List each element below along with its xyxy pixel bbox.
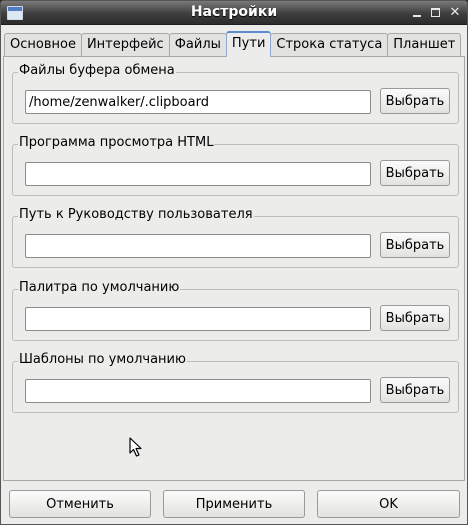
- tab-general[interactable]: Основное: [4, 33, 82, 57]
- user-guide-input[interactable]: [25, 234, 371, 258]
- templates-input[interactable]: [25, 379, 371, 403]
- clipboard-choose-button[interactable]: Выбрать: [380, 88, 450, 114]
- preferences-window: Настройки ✕ Основное Интерфейс Файлы Пут…: [0, 0, 468, 525]
- tab-tablet[interactable]: Планшет: [387, 33, 462, 57]
- html-viewer-group: Программа просмотра HTML Выбрать: [12, 135, 459, 196]
- maximize-icon[interactable]: [427, 5, 443, 21]
- ok-button[interactable]: OK: [317, 490, 460, 518]
- templates-label: Шаблоны по умолчанию: [18, 352, 187, 367]
- clipboard-path-input[interactable]: [25, 90, 371, 114]
- palette-label: Палитра по умолчанию: [18, 280, 181, 295]
- palette-input[interactable]: [25, 307, 371, 331]
- clipboard-label: Файлы буфера обмена: [18, 63, 176, 78]
- tab-status-bar[interactable]: Строка статуса: [270, 33, 389, 57]
- user-guide-label: Путь к Руководству пользователя: [18, 207, 254, 222]
- palette-choose-button[interactable]: Выбрать: [380, 305, 450, 331]
- tab-paths[interactable]: Пути: [225, 31, 272, 57]
- tab-bar: Основное Интерфейс Файлы Пути Строка ста…: [4, 31, 462, 57]
- html-viewer-label: Программа просмотра HTML: [18, 135, 215, 150]
- user-guide-group: Путь к Руководству пользователя Выбрать: [12, 207, 459, 268]
- user-guide-choose-button[interactable]: Выбрать: [380, 232, 450, 258]
- tab-files[interactable]: Файлы: [168, 33, 227, 57]
- cancel-button[interactable]: Отменить: [9, 490, 151, 518]
- templates-group: Шаблоны по умолчанию Выбрать: [12, 352, 459, 413]
- palette-group: Палитра по умолчанию Выбрать: [12, 280, 459, 341]
- paths-panel: Файлы буфера обмена Выбрать Программа пр…: [3, 56, 465, 481]
- html-viewer-input[interactable]: [25, 162, 371, 186]
- tab-interface[interactable]: Интерфейс: [80, 33, 170, 57]
- clipboard-group: Файлы буфера обмена Выбрать: [12, 63, 459, 124]
- templates-choose-button[interactable]: Выбрать: [380, 377, 450, 403]
- close-icon[interactable]: ✕: [447, 5, 463, 21]
- title-bar[interactable]: Настройки ✕: [1, 1, 467, 25]
- minimize-icon[interactable]: [409, 5, 425, 21]
- mouse-pointer-icon: [129, 437, 142, 457]
- window-title: Настройки: [190, 4, 278, 20]
- apply-button[interactable]: Применить: [163, 490, 305, 518]
- html-viewer-choose-button[interactable]: Выбрать: [380, 160, 450, 186]
